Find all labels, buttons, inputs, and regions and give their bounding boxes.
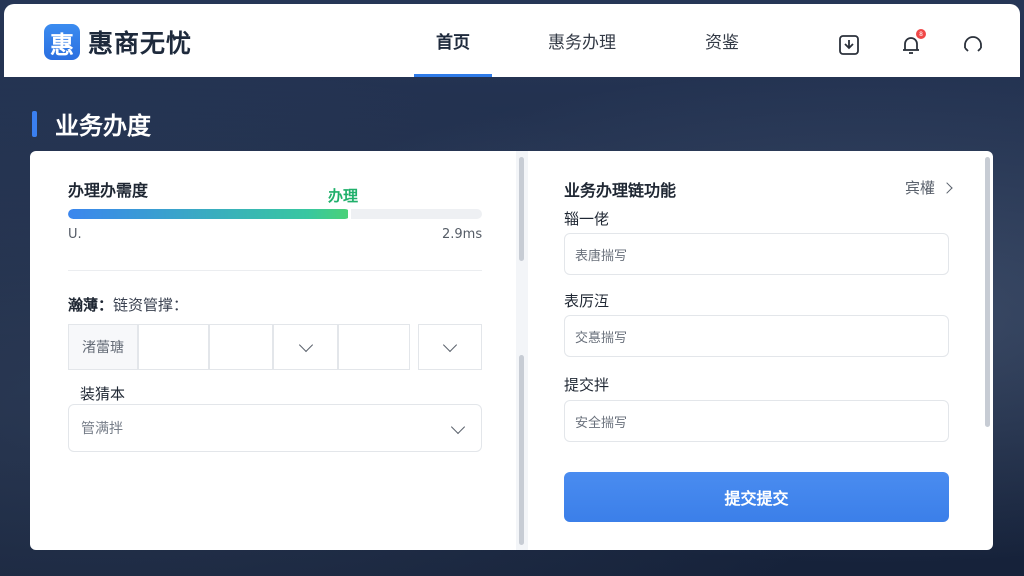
text-field-2[interactable]: 交惪揣写 <box>564 315 949 357</box>
filter-cell-3[interactable] <box>209 324 273 370</box>
filter-cell-1[interactable]: 渚蕾瑭 <box>68 324 138 370</box>
progress-bar <box>68 209 482 219</box>
progress-max-label: 2.9ms <box>442 227 483 242</box>
headset-icon[interactable] <box>960 32 986 58</box>
more-link[interactable]: 宾權 <box>904 177 953 198</box>
filter-label-text: 链资管撑： <box>113 296 189 314</box>
submit-button[interactable]: 提交提交 <box>564 472 949 522</box>
scrollbar-thumb-top[interactable] <box>519 157 524 261</box>
more-link-label: 宾權 <box>904 179 935 197</box>
chevron-right-icon <box>941 181 953 194</box>
brand-name: 惠商无忧 <box>88 29 193 58</box>
tab-resources[interactable]: 资鉴 <box>692 4 752 77</box>
filter-cell-4[interactable] <box>338 324 410 370</box>
tab-home[interactable]: 首页 <box>414 4 492 77</box>
filter-label-bold: 瀚薄： <box>68 296 114 314</box>
progress-fill <box>68 209 350 219</box>
panel-divider <box>516 151 528 550</box>
form-title: 业务办理链功能 <box>564 181 677 200</box>
notification-badge: 8 <box>916 29 926 39</box>
tab-business[interactable]: 惠务办理 <box>532 4 632 77</box>
filter-dropdown-2[interactable] <box>418 324 482 370</box>
field-label-2: 表厉沍 <box>564 292 610 310</box>
chevron-down-icon <box>450 419 466 435</box>
brand-logo: 惠 <box>44 24 80 60</box>
business-form-panel: 业务办理链功能 宾權 辎一佬 表唐揣写 表厉沍 交惪揣写 提交拌 安全揣写 提交… <box>528 151 993 550</box>
select-dropdown[interactable]: 管满拌 <box>68 404 482 452</box>
download-icon[interactable] <box>836 32 862 58</box>
select-value: 管满拌 <box>81 421 123 437</box>
filter-dropdown-1[interactable] <box>273 324 338 370</box>
main-panel: 办理办需度 办理 U. 2.9ms 瀚薄：链资管撑： 渚蕾瑭 装猜本 管满拌 业… <box>30 151 993 550</box>
divider <box>68 270 482 271</box>
text-field-1[interactable]: 表唐揣写 <box>564 233 949 275</box>
progress-panel: 办理办需度 办理 U. 2.9ms 瀚薄：链资管撑： 渚蕾瑭 装猜本 管满拌 <box>30 151 516 550</box>
chevron-down-icon <box>298 337 313 352</box>
right-scrollbar-thumb[interactable] <box>985 157 990 427</box>
section-heading: 业务办度 <box>32 106 151 141</box>
notification-button[interactable]: 8 <box>898 29 926 58</box>
brand[interactable]: 惠 惠商无忧 <box>44 24 192 60</box>
select-label: 装猜本 <box>80 385 126 403</box>
progress-min-label: U. <box>68 227 82 242</box>
filter-cell-2[interactable] <box>138 324 209 370</box>
filter-label: 瀚薄：链资管撑： <box>68 294 188 315</box>
text-field-3[interactable]: 安全揣写 <box>564 400 949 442</box>
field-label-3: 提交拌 <box>564 376 610 394</box>
progress-marker <box>347 207 351 221</box>
top-navigation-bar: 惠 惠商无忧 首页 惠务办理 资鉴 8 <box>4 4 1020 77</box>
chevron-down-icon <box>442 337 458 352</box>
main-nav: 首页 惠务办理 资鉴 <box>414 4 752 77</box>
page-title: 业务办度 <box>55 112 151 140</box>
progress-current-label: 办理 <box>328 187 359 205</box>
field-label-1: 辎一佬 <box>564 210 610 228</box>
scrollbar-thumb-bottom[interactable] <box>519 355 524 545</box>
progress-title: 办理办需度 <box>68 181 149 200</box>
section-accent-bar <box>32 110 37 137</box>
